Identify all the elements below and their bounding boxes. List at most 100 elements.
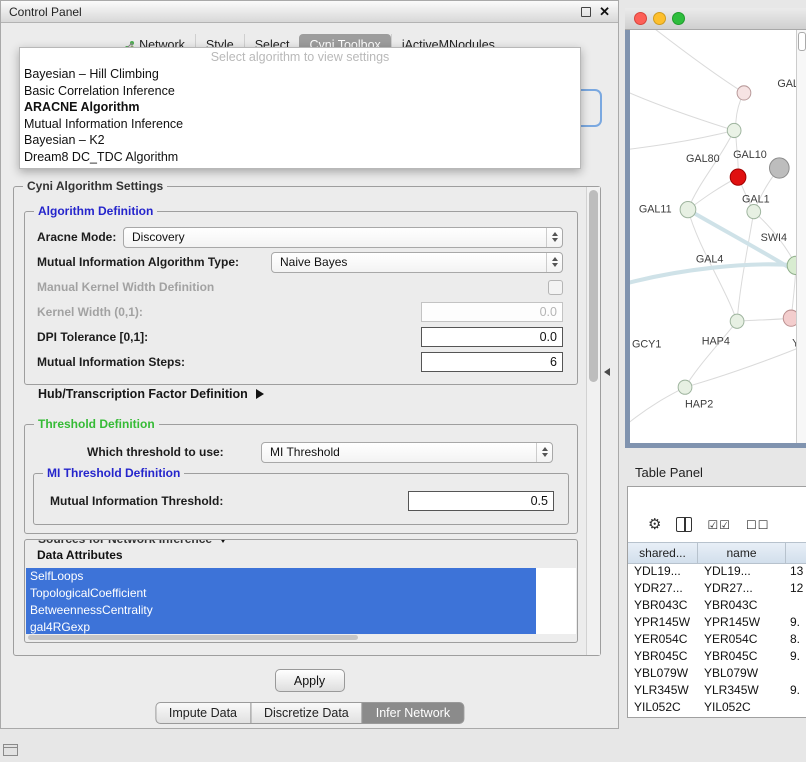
hub-tf-definition-toggle[interactable]: Hub/Transcription Factor Definition <box>38 387 264 401</box>
close-icon[interactable]: ✕ <box>599 7 610 17</box>
algorithm-option[interactable]: Dream8 DC_TDC Algorithm <box>20 149 580 166</box>
algorithm-option[interactable]: Bayesian – K2 <box>20 132 580 149</box>
table-cell: YBL079W <box>628 665 698 682</box>
algorithm-option[interactable]: ARACNE Algorithm <box>20 99 580 116</box>
column-header-name[interactable]: name <box>698 543 786 563</box>
minimize-icon[interactable] <box>581 7 591 17</box>
data-attribute-item[interactable]: BetweennessCentrality <box>26 602 536 619</box>
column-header-extra[interactable] <box>786 543 806 563</box>
close-traffic-light[interactable] <box>634 12 647 25</box>
network-node-label: GCY1 <box>632 338 661 350</box>
table-cell: YPR145W <box>628 614 698 631</box>
table-row[interactable]: YDL19...YDL19...13 <box>628 563 806 580</box>
table-cell: YDL19... <box>698 563 786 580</box>
mi-threshold-field[interactable]: 0.5 <box>408 491 554 511</box>
algorithm-definition-group: Algorithm Definition Aracne Mode: Discov… <box>24 211 578 385</box>
table-cell: YBR045C <box>628 648 698 665</box>
apply-button[interactable]: Apply <box>275 669 345 692</box>
table-panel-window: ⚙ ☑☑ ☐☐ shared... name YDL19...YDL19...1… <box>627 486 806 718</box>
network-node[interactable] <box>747 205 761 219</box>
network-edge[interactable] <box>688 130 734 209</box>
zoom-traffic-light[interactable] <box>672 12 685 25</box>
settings-scrollbar-thumb[interactable] <box>589 190 598 382</box>
network-edge[interactable] <box>630 387 685 426</box>
select-all-checkboxes-icon[interactable]: ☑☑ <box>707 518 731 532</box>
manual-kernel-checkbox[interactable] <box>548 280 563 295</box>
table-row[interactable]: YBR043CYBR043C <box>628 597 806 614</box>
table-row[interactable]: YBR045CYBR045C9. <box>628 648 806 665</box>
network-node[interactable] <box>769 158 789 178</box>
table-cell <box>786 665 806 682</box>
aracne-mode-label: Aracne Mode: <box>37 230 116 244</box>
network-edge[interactable] <box>685 321 737 387</box>
data-attributes-list[interactable]: SelfLoopsTopologicalCoefficientBetweenne… <box>26 568 576 634</box>
algorithm-option[interactable]: Basic Correlation Inference <box>20 83 580 100</box>
columns-icon[interactable] <box>676 517 692 532</box>
network-edge[interactable] <box>650 30 744 93</box>
network-node[interactable] <box>730 169 746 185</box>
tab-impute-data[interactable]: Impute Data <box>155 702 251 724</box>
attributes-hscrollbar-thumb[interactable] <box>28 635 358 640</box>
table-row[interactable]: YLR345WYLR345W9. <box>628 682 806 699</box>
network-node[interactable] <box>727 123 741 137</box>
panel-collapse-arrow[interactable] <box>604 368 610 376</box>
table-cell: YBL079W <box>698 665 786 682</box>
data-attribute-item[interactable]: SelfLoops <box>26 568 536 585</box>
control-panel-titlebar[interactable]: Control Panel ✕ <box>1 1 618 23</box>
combo-stepper-icon <box>546 228 562 247</box>
table-cell: 9. <box>786 614 806 631</box>
dpi-tolerance-field[interactable]: 0.0 <box>421 327 563 347</box>
tab-infer-network[interactable]: Infer Network <box>362 702 464 724</box>
table-header: shared... name <box>628 542 806 564</box>
docked-window-icon[interactable] <box>3 744 18 756</box>
network-canvas[interactable]: GALGAL80GAL10GAL11GAL1SWI4GAL4GCY1HAP4HA… <box>630 30 806 443</box>
data-attribute-item[interactable]: TopologicalCoefficient <box>26 585 536 602</box>
sources-group: Sources for Network Inference Data Attri… <box>24 539 578 643</box>
attributes-hscrollbar[interactable] <box>26 634 576 641</box>
table-row[interactable]: YER054CYER054C8. <box>628 631 806 648</box>
settings-scrollbar[interactable] <box>586 187 600 655</box>
network-edge[interactable] <box>685 345 797 388</box>
network-node[interactable] <box>783 310 797 326</box>
mi-type-select[interactable]: Naive Bayes <box>271 252 563 273</box>
sources-group-title[interactable]: Sources for Network Inference <box>34 539 232 546</box>
tab-discretize-data[interactable]: Discretize Data <box>250 702 363 724</box>
column-header-shared-name[interactable]: shared... <box>628 543 698 563</box>
table-row[interactable]: YIL052CYIL052C <box>628 699 806 716</box>
kernel-width-field[interactable]: 0.0 <box>421 302 563 322</box>
network-node-label: GAL80 <box>686 153 720 165</box>
table-row[interactable]: YPR145WYPR145W9. <box>628 614 806 631</box>
network-edge[interactable] <box>630 130 734 149</box>
network-edge[interactable] <box>630 91 734 131</box>
table-cell: YIL052C <box>628 699 698 716</box>
network-vscrollbar-thumb[interactable] <box>798 32 806 51</box>
mi-type-label: Mutual Information Algorithm Type: <box>37 255 239 269</box>
aracne-mode-select[interactable]: Discovery <box>123 227 563 248</box>
network-node[interactable] <box>730 314 744 328</box>
table-row[interactable]: YBL079WYBL079W <box>628 665 806 682</box>
network-svg: GALGAL80GAL10GAL11GAL1SWI4GAL4GCY1HAP4HA… <box>630 30 797 443</box>
network-node-label: HAP2 <box>685 398 713 410</box>
threshold-definition-title: Threshold Definition <box>34 417 159 431</box>
table-cell: YBR045C <box>698 648 786 665</box>
network-window-titlebar[interactable] <box>625 8 806 30</box>
algorithm-option[interactable]: Bayesian – Hill Climbing <box>20 66 580 83</box>
control-panel-window: Control Panel ✕ Network Style Select Cyn… <box>0 0 619 729</box>
which-threshold-select[interactable]: MI Threshold <box>261 442 553 463</box>
mi-steps-field[interactable]: 6 <box>421 352 563 372</box>
gear-icon[interactable]: ⚙ <box>648 516 661 532</box>
algorithm-option[interactable]: Mutual Information Inference <box>20 116 580 133</box>
table-row[interactable]: YDR27...YDR27...12 <box>628 580 806 597</box>
cyni-algorithm-settings-group: Cyni Algorithm Settings Algorithm Defini… <box>13 186 601 656</box>
network-node[interactable] <box>737 86 751 100</box>
network-edge[interactable] <box>630 264 796 283</box>
algorithm-dropdown-placeholder: Select algorithm to view settings <box>20 49 580 66</box>
network-node[interactable] <box>678 380 692 394</box>
table-cell: YLR345W <box>628 682 698 699</box>
deselect-all-checkboxes-icon[interactable]: ☐☐ <box>746 518 770 532</box>
network-vscrollbar[interactable] <box>796 30 806 443</box>
minimize-traffic-light[interactable] <box>653 12 666 25</box>
table-cell: YER054C <box>698 631 786 648</box>
which-threshold-label: Which threshold to use: <box>87 445 224 459</box>
network-node[interactable] <box>680 201 696 217</box>
